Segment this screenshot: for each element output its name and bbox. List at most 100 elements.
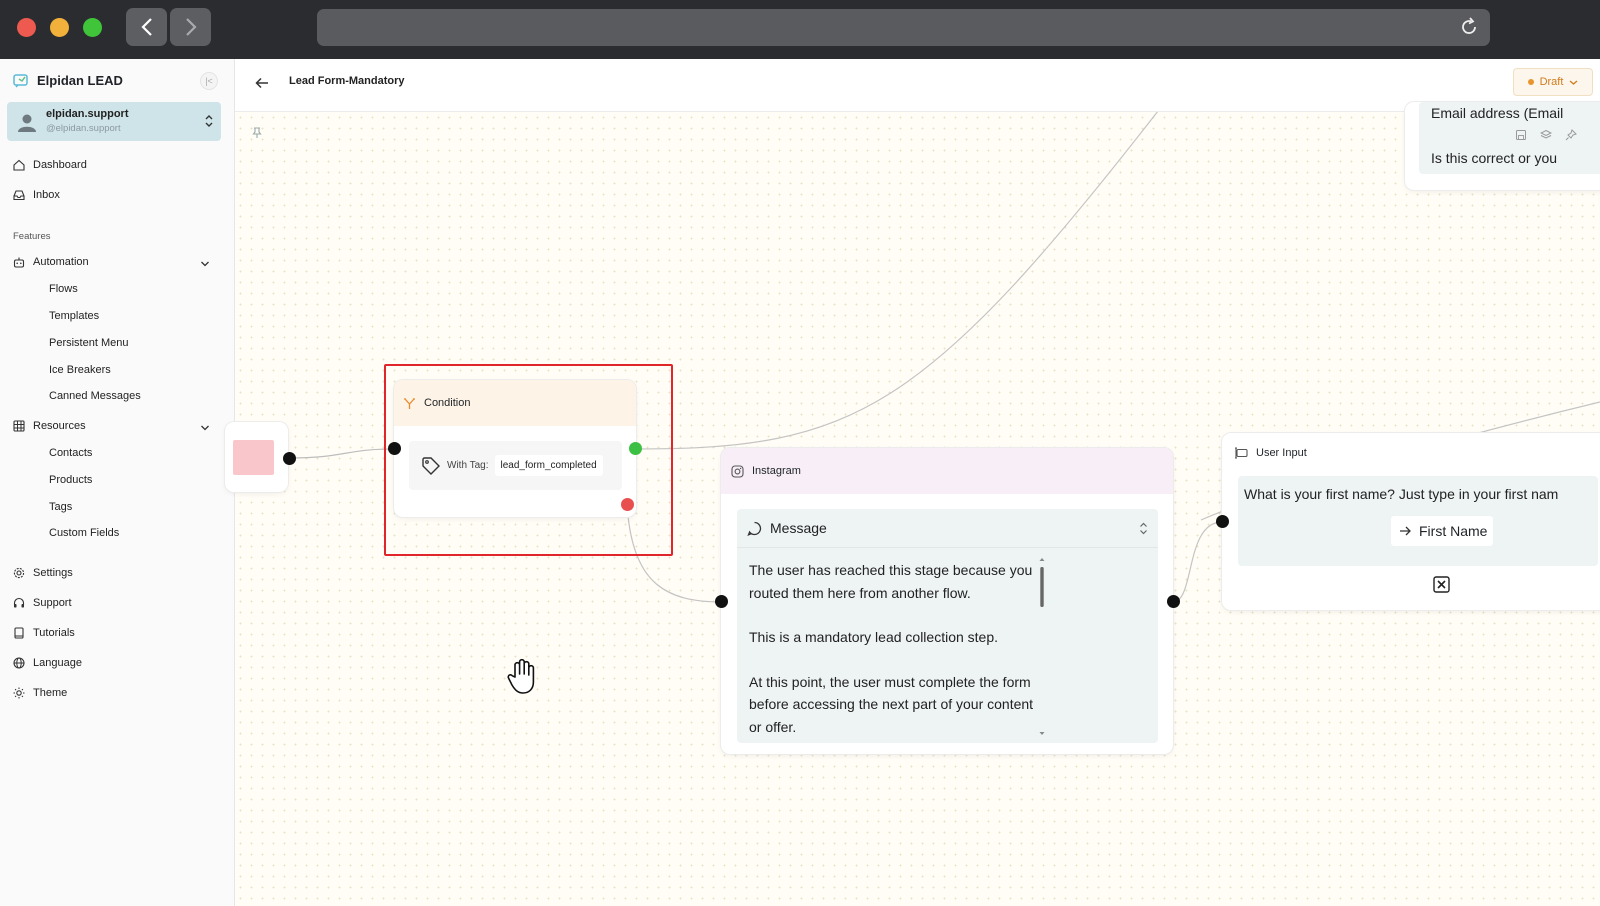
collapse-sidebar-button[interactable]: |< [200, 72, 218, 90]
output-port[interactable] [283, 452, 296, 465]
chevron-down-icon[interactable] [200, 424, 210, 432]
sidebar-subitem-tags[interactable]: Tags [49, 501, 72, 513]
grid-icon [13, 420, 25, 432]
sidebar-item-label: Inbox [33, 189, 60, 201]
instagram-icon [731, 464, 744, 478]
reload-icon[interactable] [1458, 16, 1480, 38]
message-text[interactable]: The user has reached this stage because … [749, 559, 1039, 760]
message-paragraph: This is a mandatory lead collection step… [749, 629, 999, 645]
sidebar-item-support[interactable]: Support [13, 597, 72, 609]
instagram-node[interactable]: Instagram Message The user has reached t… [721, 448, 1173, 754]
sidebar-item-tutorials[interactable]: Tutorials [13, 627, 75, 639]
condition-true-port[interactable] [629, 442, 642, 455]
chevron-down-icon[interactable] [200, 260, 210, 268]
instagram-node-title: Instagram [752, 465, 801, 477]
sidebar-subitem-flows[interactable]: Flows [49, 283, 78, 295]
tag-label: With Tag: [447, 460, 489, 471]
email-confirm-question: Is this correct or you [1431, 150, 1558, 166]
input-port[interactable] [388, 442, 401, 455]
user-name: elpidan.support [46, 108, 129, 120]
sidebar: Elpidan LEAD |< elpidan.support @elpidan… [0, 59, 235, 906]
message-block[interactable]: Message The user has reached this stage … [737, 509, 1158, 743]
flow-header: Lead Form-Mandatory Draft [235, 59, 1600, 112]
sidebar-item-label: Dashboard [33, 159, 87, 171]
first-name-field-chip[interactable]: First Name [1391, 516, 1493, 546]
chevron-up-down-icon[interactable] [1139, 522, 1148, 535]
browser-forward-button[interactable] [170, 8, 211, 46]
chevron-left-icon [140, 18, 152, 36]
previous-node[interactable] [225, 422, 288, 492]
tag-condition[interactable]: With Tag: lead_form_completed [409, 441, 622, 490]
sidebar-item-theme[interactable]: Theme [13, 687, 67, 699]
arrow-left-icon[interactable] [255, 77, 269, 89]
sidebar-item-automation[interactable]: Automation [13, 256, 89, 268]
layers-icon[interactable] [1540, 129, 1552, 141]
field-label: First Name [1419, 523, 1488, 539]
instagram-node-header: Instagram [721, 448, 1173, 494]
user-input-node[interactable]: User Input What is your first name? Just… [1222, 433, 1600, 610]
sidebar-subitem-products[interactable]: Products [49, 474, 92, 486]
headset-icon [13, 597, 25, 608]
sidebar-item-label: Automation [33, 256, 89, 268]
sidebar-item-language[interactable]: Language [13, 657, 82, 669]
sidebar-subitem-custom-fields[interactable]: Custom Fields [49, 527, 119, 539]
condition-node-header: Condition [394, 380, 636, 426]
message-label: Message [770, 520, 827, 536]
collapse-icon: |< [205, 76, 213, 86]
save-icon[interactable] [1515, 129, 1527, 141]
sidebar-subitem-persistent-menu[interactable]: Persistent Menu [49, 337, 128, 349]
condition-false-port[interactable] [621, 498, 634, 511]
pin-icon[interactable] [1565, 129, 1577, 141]
chevron-up-down-icon [205, 115, 213, 127]
message-block-header[interactable]: Message [737, 509, 1158, 548]
user-handle: @elpidan.support [46, 123, 121, 134]
condition-node[interactable]: Condition With Tag: lead_form_completed [394, 380, 636, 517]
address-bar[interactable] [317, 9, 1490, 46]
close-box-icon[interactable] [1433, 576, 1450, 593]
book-icon [14, 627, 24, 639]
tag-icon [422, 456, 440, 475]
email-confirm-block: Email address (Email Is this correct or … [1419, 102, 1600, 174]
user-switcher[interactable]: elpidan.support @elpidan.support [7, 102, 221, 141]
home-icon [13, 159, 25, 171]
sidebar-item-settings[interactable]: Settings [13, 567, 73, 579]
minimize-window-button[interactable] [50, 18, 69, 37]
sidebar-item-resources[interactable]: Resources [13, 420, 86, 432]
sidebar-item-label: Tutorials [33, 627, 75, 639]
input-port[interactable] [1216, 515, 1229, 528]
brand-name: Elpidan LEAD [37, 72, 123, 88]
message-paragraph: The user has reached this stage because … [749, 562, 1033, 601]
close-window-button[interactable] [17, 18, 36, 37]
previous-node-preview [233, 440, 274, 475]
brand[interactable]: Elpidan LEAD [13, 72, 123, 88]
sidebar-item-inbox[interactable]: Inbox [13, 189, 60, 201]
section-heading-features: Features [13, 231, 51, 242]
chevron-right-icon [185, 18, 197, 36]
tag-value[interactable]: lead_form_completed [494, 455, 603, 476]
input-port[interactable] [715, 595, 728, 608]
sidebar-subitem-canned-messages[interactable]: Canned Messages [49, 390, 141, 402]
sidebar-subitem-contacts[interactable]: Contacts [49, 447, 92, 459]
email-confirm-node[interactable]: Email address (Email Is this correct or … [1405, 102, 1600, 190]
output-port[interactable] [1167, 595, 1180, 608]
condition-node-title: Condition [424, 397, 471, 409]
status-label: Draft [1539, 76, 1564, 88]
sidebar-item-dashboard[interactable]: Dashboard [13, 159, 87, 171]
sidebar-item-label: Resources [33, 420, 86, 432]
sun-icon [13, 687, 25, 699]
status-dropdown[interactable]: Draft [1513, 68, 1593, 96]
zoom-window-button[interactable] [83, 18, 102, 37]
hand-cursor-icon [507, 658, 535, 694]
sidebar-subitem-ice-breakers[interactable]: Ice Breakers [49, 364, 111, 376]
arrow-right-icon [1400, 526, 1411, 536]
avatar-icon [18, 114, 36, 132]
sidebar-item-label: Settings [33, 567, 73, 579]
user-input-block[interactable]: What is your first name? Just type in yo… [1238, 476, 1598, 566]
browser-back-button[interactable] [126, 8, 167, 46]
sidebar-subitem-templates[interactable]: Templates [49, 310, 99, 322]
sidebar-item-label: Theme [33, 687, 68, 699]
flow-canvas[interactable]: Condition With Tag: lead_form_completed … [225, 102, 1600, 906]
message-scrollbar[interactable] [1038, 557, 1046, 737]
user-input-question: What is your first name? Just type in yo… [1244, 486, 1559, 502]
robot-icon [13, 257, 25, 268]
